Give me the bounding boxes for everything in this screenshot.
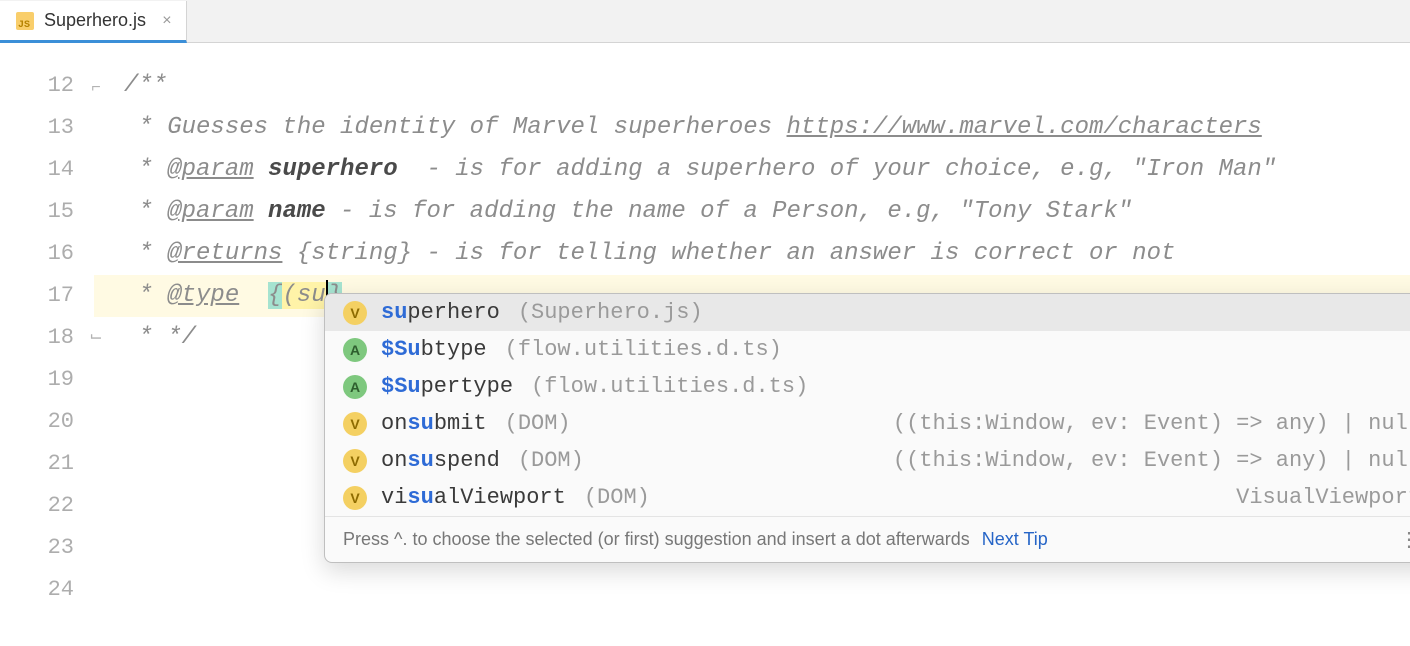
- completion-item[interactable]: Vonsuspend (DOM) ((this:Window, ev: Event)…: [325, 442, 1410, 479]
- line-number: 13: [0, 107, 74, 149]
- next-tip-link[interactable]: Next Tip: [982, 529, 1048, 550]
- code-line: * @param name - is for adding the name o…: [94, 191, 1410, 233]
- line-number: 20: [0, 401, 74, 443]
- line-number: 24: [0, 569, 74, 611]
- footer-hint: Press ^. to choose the selected (or firs…: [343, 529, 970, 550]
- code-line: * @param superhero - is for adding a sup…: [94, 149, 1410, 191]
- completion-location: (DOM): [505, 411, 571, 436]
- variable-icon: V: [343, 486, 367, 510]
- completion-name: $Supertype: [381, 374, 513, 399]
- variable-icon: V: [343, 412, 367, 436]
- code-line: * Guesses the identity of Marvel superhe…: [94, 107, 1410, 149]
- completion-item[interactable]: VvisualViewport (DOM) VisualViewport: [325, 479, 1410, 516]
- completion-location: (Superhero.js): [518, 300, 703, 325]
- completion-item[interactable]: A $Supertype (flow.utilities.d.ts): [325, 368, 1410, 405]
- line-number: 22: [0, 485, 74, 527]
- line-number: 12: [0, 65, 74, 107]
- completion-item[interactable]: Vsuperhero (Superhero.js): [325, 294, 1410, 331]
- completion-location: (DOM): [584, 485, 650, 510]
- completion-item[interactable]: A $Subtype (flow.utilities.d.ts): [325, 331, 1410, 368]
- abstract-icon: A: [343, 338, 367, 362]
- completion-location: (flow.utilities.d.ts): [531, 374, 808, 399]
- completion-item[interactable]: Vonsubmit (DOM) ((this:Window, ev: Event) …: [325, 405, 1410, 442]
- line-number: 19: [0, 359, 74, 401]
- completion-type: ((this:Window, ev: Event) => any) | null: [893, 411, 1410, 436]
- tab-superhero[interactable]: Superhero.js ×: [0, 1, 187, 43]
- abstract-icon: A: [343, 375, 367, 399]
- line-number: 16: [0, 233, 74, 275]
- line-number: 14: [0, 149, 74, 191]
- doc-link[interactable]: https://www.marvel.com/characters: [787, 114, 1262, 141]
- code-line: * @returns {string} - is for telling whe…: [94, 233, 1410, 275]
- variable-icon: V: [343, 449, 367, 473]
- editor[interactable]: ⌐ ⌙ 12131415161718192021222324 /** * Gue…: [0, 43, 1410, 646]
- line-number: 15: [0, 191, 74, 233]
- completion-type: VisualViewport: [1236, 485, 1410, 510]
- completion-name: $Subtype: [381, 337, 487, 362]
- line-number: 17: [0, 275, 74, 317]
- doc-tag: @returns: [167, 240, 282, 267]
- variable-icon: V: [343, 301, 367, 325]
- completion-location: (DOM): [518, 448, 584, 473]
- completion-name: onsuspend: [381, 448, 500, 473]
- completion-footer: Press ^. to choose the selected (or firs…: [325, 516, 1410, 562]
- close-icon[interactable]: ×: [162, 12, 172, 30]
- completion-name: visualViewport: [381, 485, 566, 510]
- line-number: 21: [0, 443, 74, 485]
- line-number: 23: [0, 527, 74, 569]
- gutter: ⌐ ⌙ 12131415161718192021222324: [0, 43, 94, 646]
- doc-tag: @param: [167, 156, 253, 183]
- code-line: /**: [94, 65, 1410, 107]
- completion-popup: Vsuperhero (Superhero.js) A $Subtype (flow.u…: [324, 293, 1410, 563]
- completion-location: (flow.utilities.d.ts): [505, 337, 782, 362]
- js-file-icon: [14, 10, 36, 32]
- tab-label: Superhero.js: [44, 10, 146, 31]
- doc-tag: @param: [167, 198, 253, 225]
- tab-bar: Superhero.js ×: [0, 0, 1410, 43]
- line-number: 18: [0, 317, 74, 359]
- overflow-menu-icon[interactable]: ⋮: [1399, 527, 1410, 552]
- doc-tag: @type: [167, 282, 239, 309]
- completion-type: ((this:Window, ev: Event) => any) | null: [893, 448, 1410, 473]
- completion-name: superhero: [381, 300, 500, 325]
- completion-name: onsubmit: [381, 411, 487, 436]
- code-area[interactable]: /** * Guesses the identity of Marvel sup…: [94, 43, 1410, 646]
